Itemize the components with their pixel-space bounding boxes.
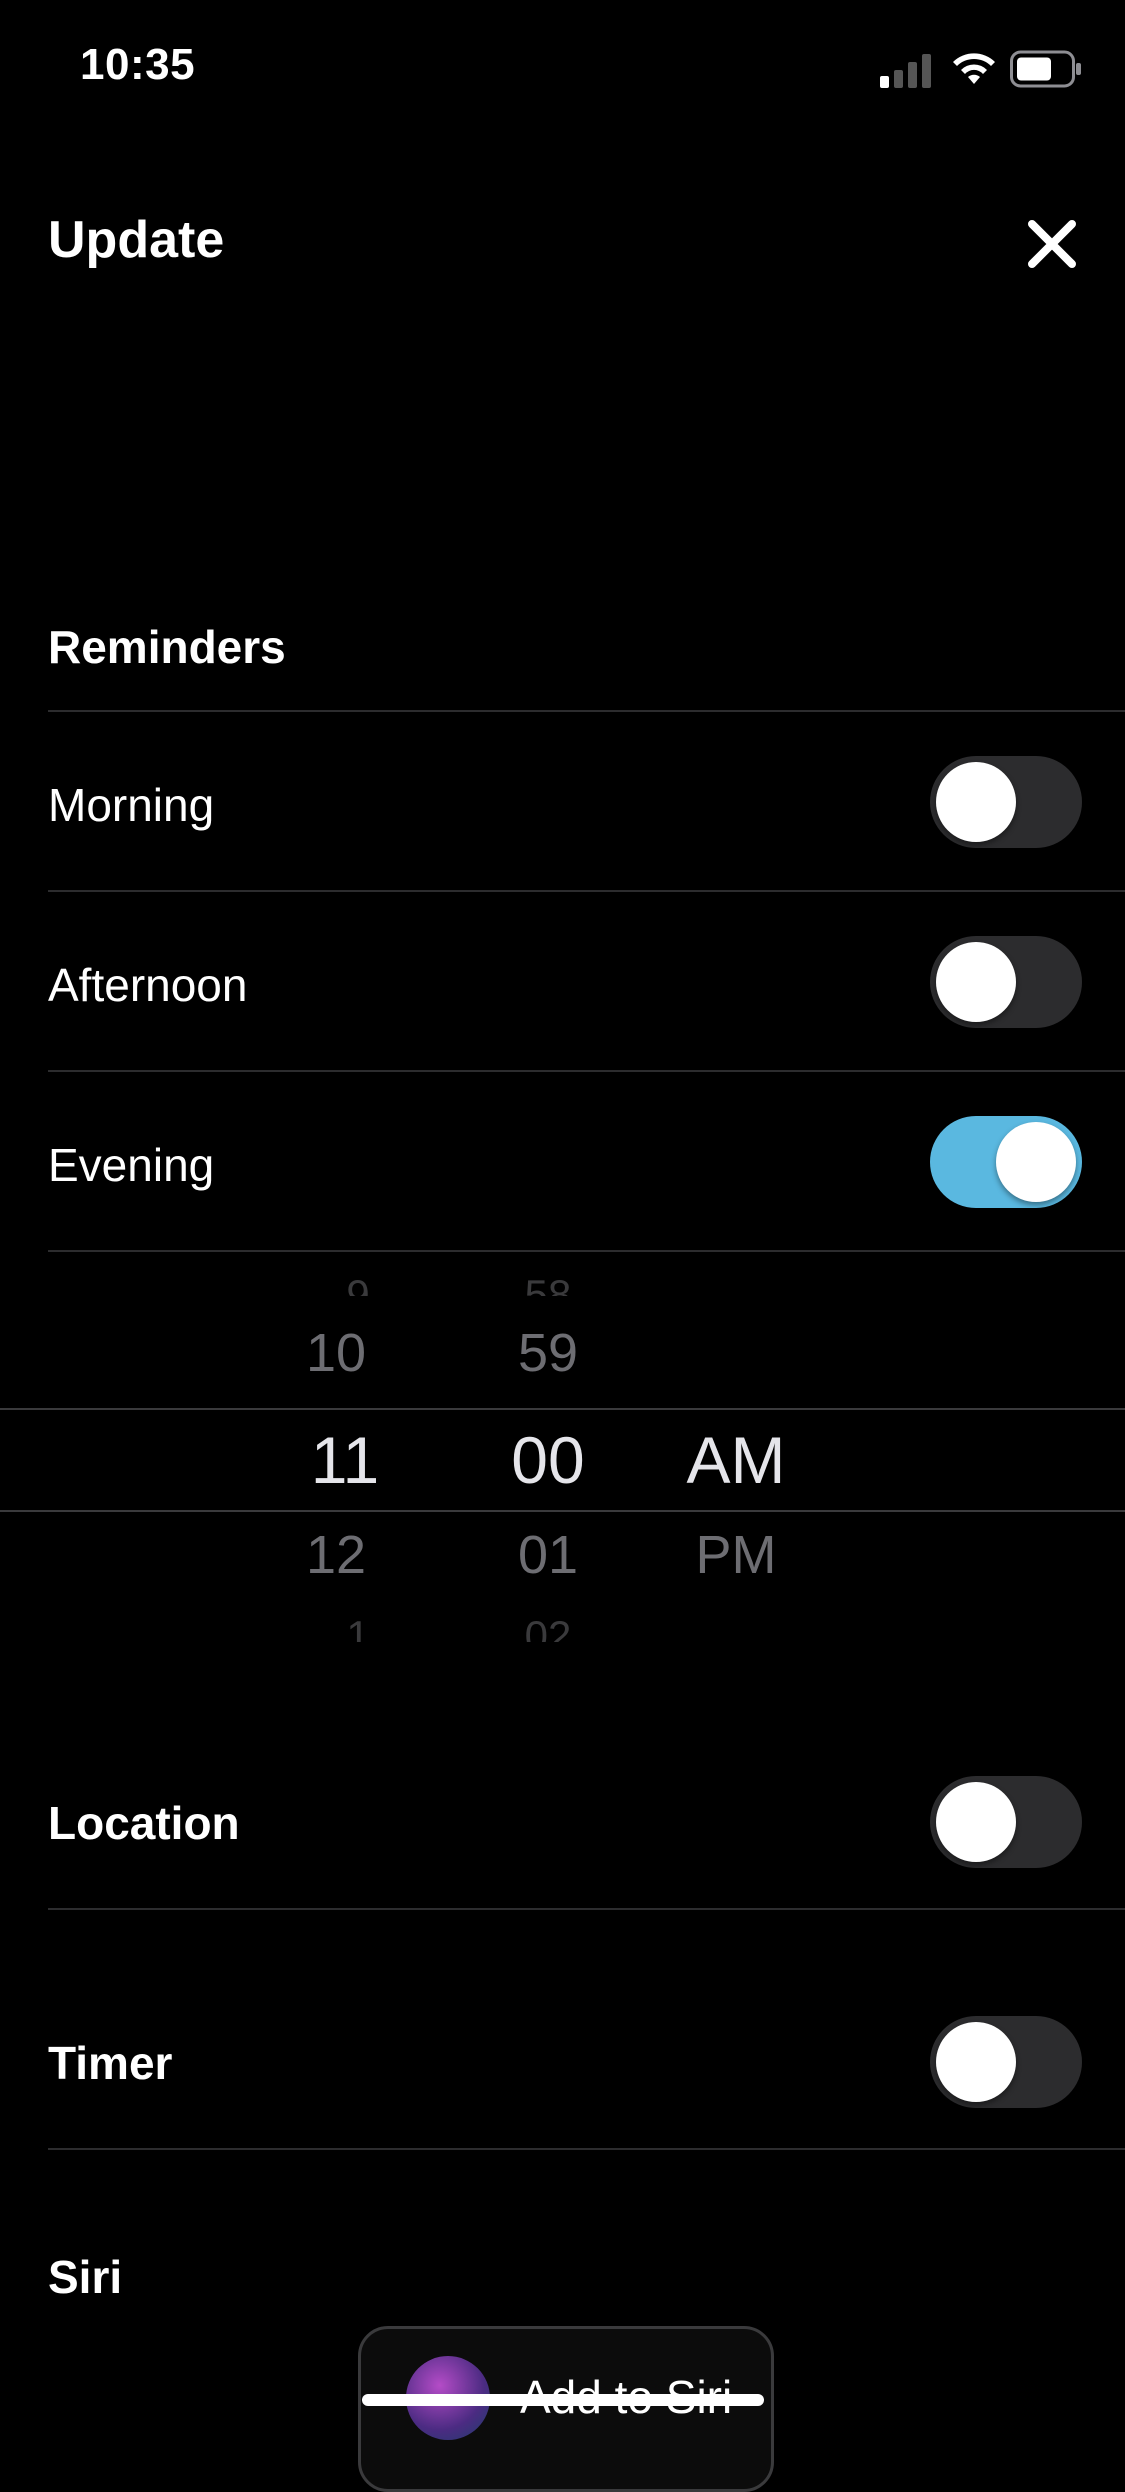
afternoon-label: Afternoon	[48, 959, 248, 1011]
minute-selected[interactable]: 00	[468, 1422, 628, 1498]
timer-toggle[interactable]	[930, 2016, 1082, 2108]
picker-selection-bottom	[0, 1510, 1125, 1512]
hour-option[interactable]: 9	[278, 1270, 438, 1296]
toggle-knob	[996, 1122, 1076, 1202]
evening-label: Evening	[48, 1139, 215, 1191]
morning-toggle[interactable]	[930, 756, 1082, 848]
toggle-knob	[936, 762, 1016, 842]
evening-toggle[interactable]	[930, 1116, 1082, 1208]
hour-selected[interactable]: 11	[265, 1422, 425, 1498]
hour-option[interactable]: 1	[278, 1612, 438, 1642]
reminders-section-title: Reminders	[48, 621, 286, 673]
home-indicator[interactable]	[362, 2394, 764, 2406]
close-icon[interactable]	[1022, 214, 1082, 274]
morning-label: Morning	[48, 779, 215, 831]
status-time: 10:35	[80, 40, 196, 89]
hour-option[interactable]: 10	[256, 1322, 416, 1384]
page-title: Update	[48, 211, 225, 269]
divider	[48, 1908, 1125, 1910]
minute-option[interactable]: 58	[468, 1270, 628, 1296]
divider	[48, 710, 1125, 712]
divider	[48, 890, 1125, 892]
hour-option[interactable]: 12	[256, 1524, 416, 1586]
siri-section-title: Siri	[48, 2251, 123, 2303]
period-option[interactable]: PM	[656, 1524, 816, 1586]
picker-selection-top	[0, 1408, 1125, 1410]
afternoon-toggle[interactable]	[930, 936, 1082, 1028]
divider	[48, 2148, 1125, 2150]
minute-option[interactable]: 59	[468, 1322, 628, 1384]
timer-label: Timer	[48, 2037, 173, 2089]
time-picker[interactable]: 9 10 11 12 1 58 59 00 01 02 AM PM	[0, 1260, 1125, 1650]
minute-option[interactable]: 01	[468, 1524, 628, 1586]
wifi-icon	[953, 53, 995, 84]
toggle-knob	[936, 1782, 1016, 1862]
divider	[48, 1070, 1125, 1072]
battery-icon	[1010, 50, 1081, 88]
toggle-knob	[936, 2022, 1016, 2102]
location-label: Location	[48, 1797, 240, 1849]
location-toggle[interactable]	[930, 1776, 1082, 1868]
period-selected[interactable]: AM	[656, 1422, 816, 1498]
minute-option[interactable]: 02	[468, 1612, 628, 1642]
divider	[48, 1250, 1125, 1252]
toggle-knob	[936, 942, 1016, 1022]
cellular-signal-icon	[880, 54, 931, 88]
